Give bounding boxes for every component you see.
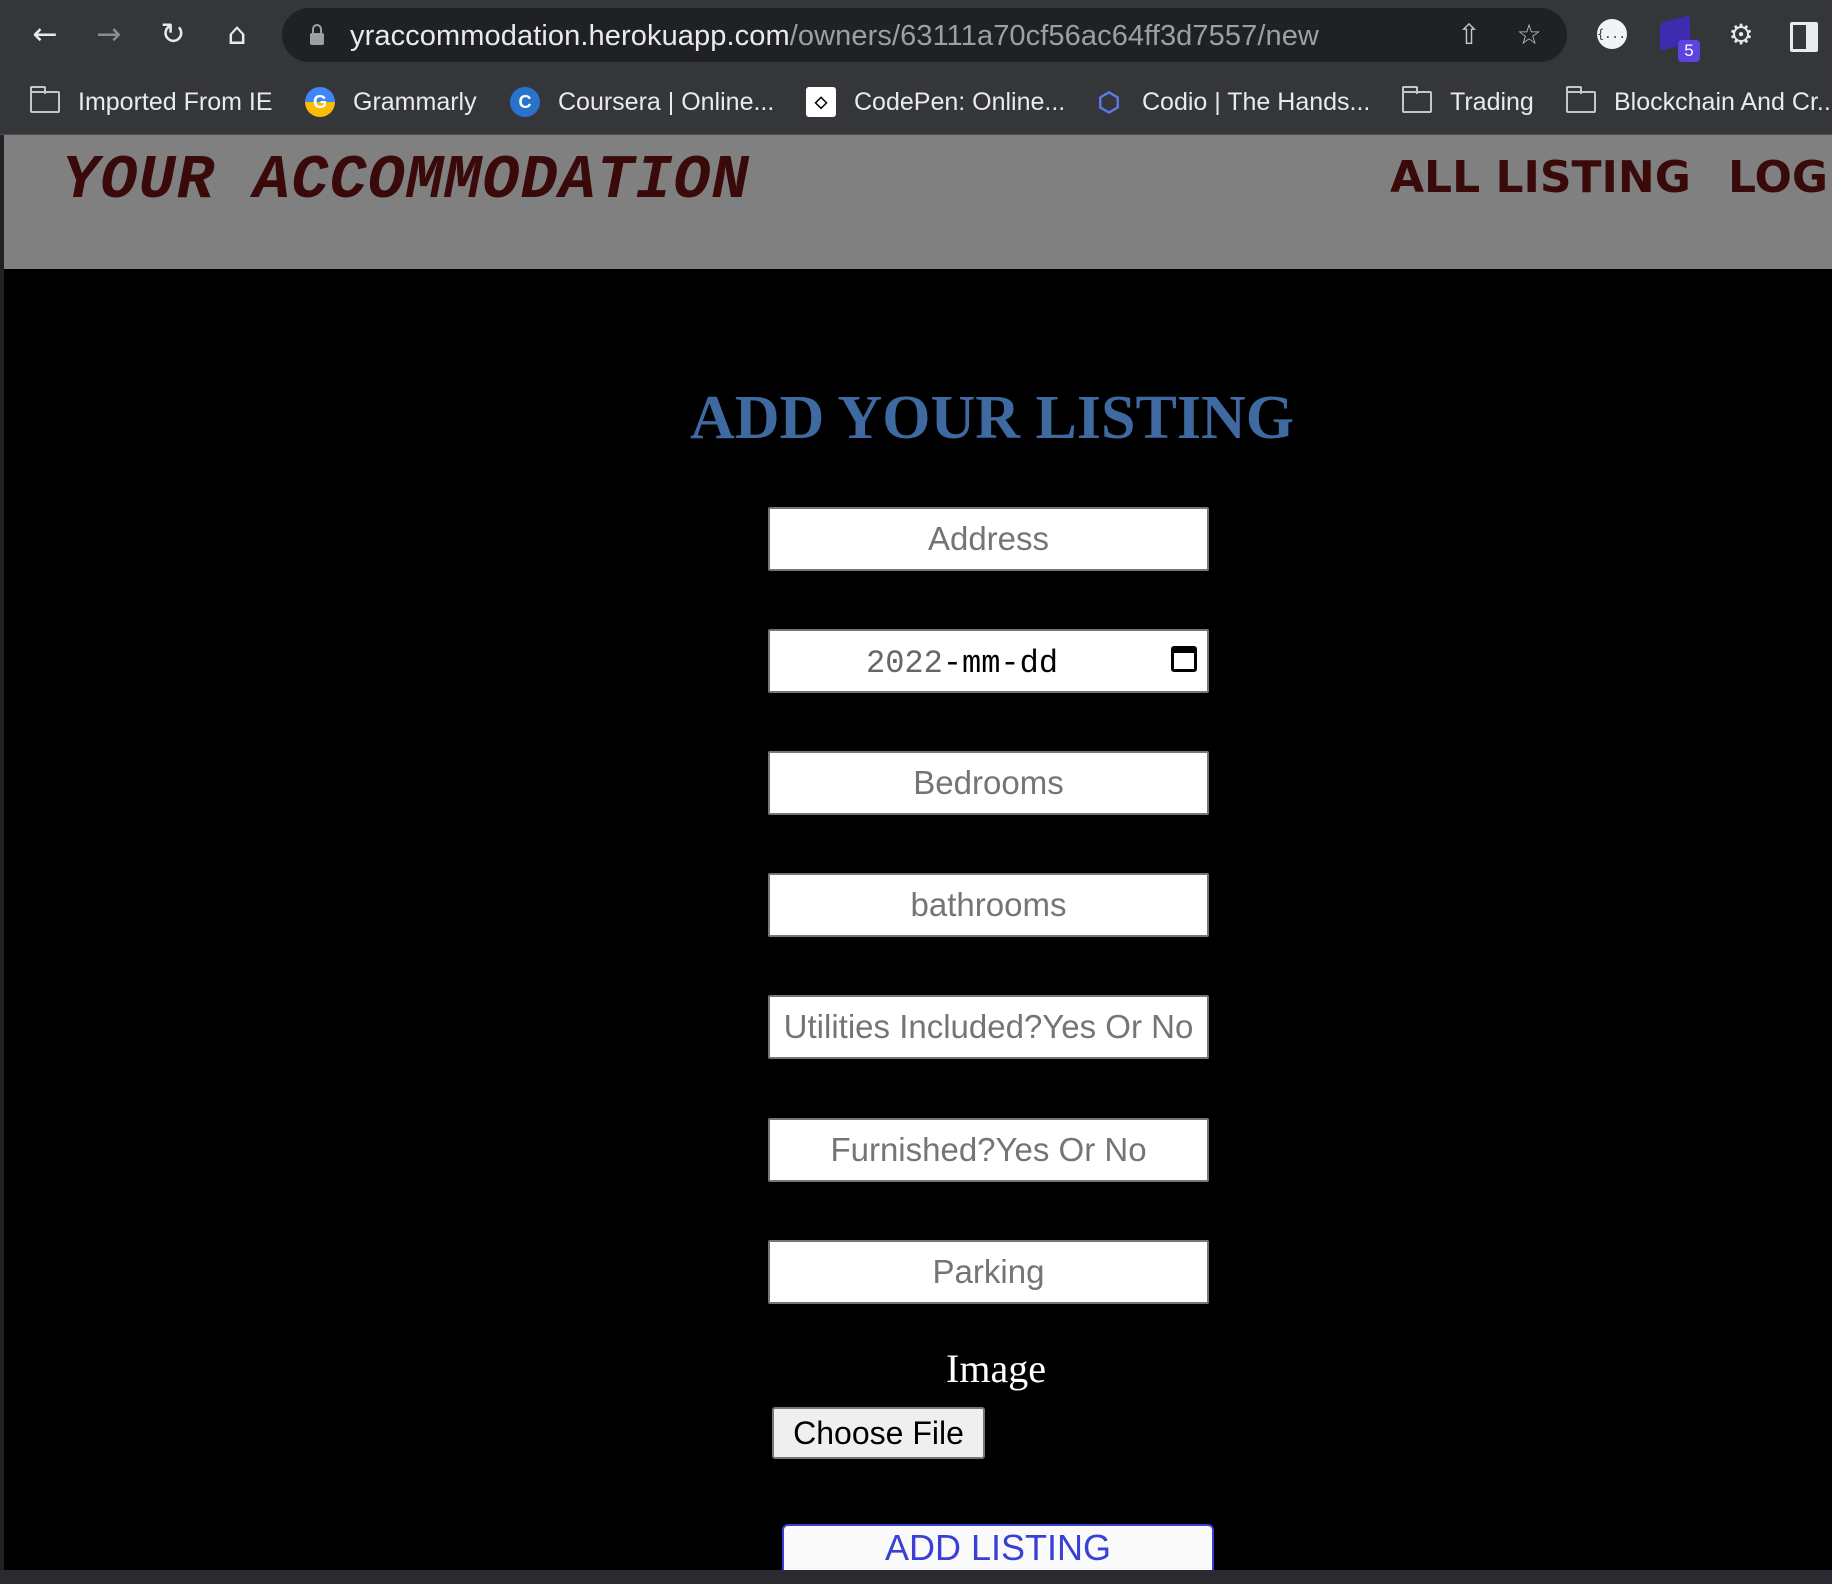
back-icon[interactable]: ← bbox=[24, 14, 66, 56]
window-bottom-edge bbox=[0, 1570, 1832, 1584]
bookmark-blockchain[interactable]: Blockchain And Cr... bbox=[1565, 82, 1832, 122]
image-label: Image bbox=[946, 1346, 1046, 1391]
url-host: yraccommodation.herokuapp.com bbox=[350, 20, 790, 52]
bedrooms-input[interactable] bbox=[768, 751, 1209, 815]
bookmark-label: Imported From IE bbox=[78, 87, 273, 116]
bookmark-star-icon[interactable]: ☆ bbox=[1510, 16, 1548, 54]
extension-badge: 5 bbox=[1678, 40, 1700, 62]
add-listing-button[interactable]: ADD LISTING bbox=[782, 1524, 1214, 1570]
folder-icon bbox=[1401, 86, 1432, 113]
home-icon[interactable]: ⌂ bbox=[216, 14, 258, 56]
bookmark-codio[interactable]: ⬡ Codio | The Hands... bbox=[1094, 82, 1371, 122]
bathrooms-input[interactable] bbox=[768, 873, 1209, 937]
share-icon[interactable]: ⇧ bbox=[1450, 16, 1488, 54]
extension-json-icon[interactable]: {...} bbox=[1597, 19, 1633, 49]
folder-icon bbox=[1565, 86, 1596, 113]
address-input[interactable] bbox=[768, 507, 1209, 571]
bookmark-label: Coursera | Online... bbox=[558, 87, 775, 116]
url-text[interactable]: yraccommodation.herokuapp.com/owners/631… bbox=[350, 20, 1319, 53]
codepen-icon: ◇ bbox=[806, 87, 836, 117]
url-path: /owners/63111a70cf56ac64ff3d7557/new bbox=[789, 20, 1319, 52]
browser-toolbar: ← → ↻ ⌂ yraccommodation.herokuapp.com/ow… bbox=[0, 0, 1832, 70]
extensions-puzzle-icon[interactable]: ⚙ bbox=[1720, 14, 1762, 56]
nav-all-listing[interactable]: ALL LISTING bbox=[1390, 152, 1691, 203]
bookmark-label: Grammarly bbox=[353, 87, 477, 116]
page-viewport: YOUR ACCOMMODATION ALL LISTING LOG O ADD… bbox=[4, 135, 1832, 1570]
utilities-input[interactable] bbox=[768, 995, 1209, 1059]
grammarly-icon: G bbox=[305, 87, 335, 117]
bookmark-trading[interactable]: Trading bbox=[1401, 82, 1534, 122]
date-value: 2022-mm-dd bbox=[866, 645, 1058, 682]
coursera-icon: C bbox=[510, 87, 540, 117]
bookmark-codepen[interactable]: ◇ CodePen: Online... bbox=[806, 82, 1065, 122]
site-header: YOUR ACCOMMODATION ALL LISTING LOG O bbox=[4, 135, 1832, 269]
bookmark-coursera[interactable]: C Coursera | Online... bbox=[510, 82, 774, 122]
forward-icon[interactable]: → bbox=[88, 14, 130, 56]
bookmarks-bar: Imported From IE G Grammarly C Coursera … bbox=[0, 70, 1832, 135]
calendar-icon[interactable] bbox=[1171, 646, 1197, 672]
lock-icon[interactable] bbox=[310, 24, 324, 45]
bookmark-imported-from-ie[interactable]: Imported From IE bbox=[29, 82, 273, 122]
side-panel-icon[interactable] bbox=[1790, 22, 1818, 52]
bookmark-grammarly[interactable]: G Grammarly bbox=[305, 82, 477, 122]
site-logo[interactable]: YOUR ACCOMMODATION bbox=[62, 145, 750, 216]
bookmark-label: Blockchain And Cr... bbox=[1614, 87, 1832, 116]
reload-icon[interactable]: ↻ bbox=[152, 14, 194, 56]
date-year: 2022 bbox=[866, 645, 943, 682]
available-date-input[interactable]: 2022-mm-dd bbox=[768, 629, 1209, 693]
choose-file-button[interactable]: Choose File bbox=[772, 1407, 985, 1459]
codio-icon: ⬡ bbox=[1097, 86, 1121, 117]
furnished-input[interactable] bbox=[768, 1118, 1209, 1182]
bookmark-label: Trading bbox=[1450, 87, 1534, 116]
page-title: ADD YOUR LISTING bbox=[689, 384, 1294, 452]
parking-input[interactable] bbox=[768, 1240, 1209, 1304]
bookmark-label: CodePen: Online... bbox=[854, 87, 1066, 116]
nav-log-out[interactable]: LOG O bbox=[1728, 152, 1832, 203]
bookmark-label: Codio | The Hands... bbox=[1142, 87, 1371, 116]
address-bar[interactable]: yraccommodation.herokuapp.com/owners/631… bbox=[282, 8, 1567, 62]
folder-icon bbox=[29, 86, 60, 113]
date-rest: -mm-dd bbox=[942, 645, 1059, 682]
